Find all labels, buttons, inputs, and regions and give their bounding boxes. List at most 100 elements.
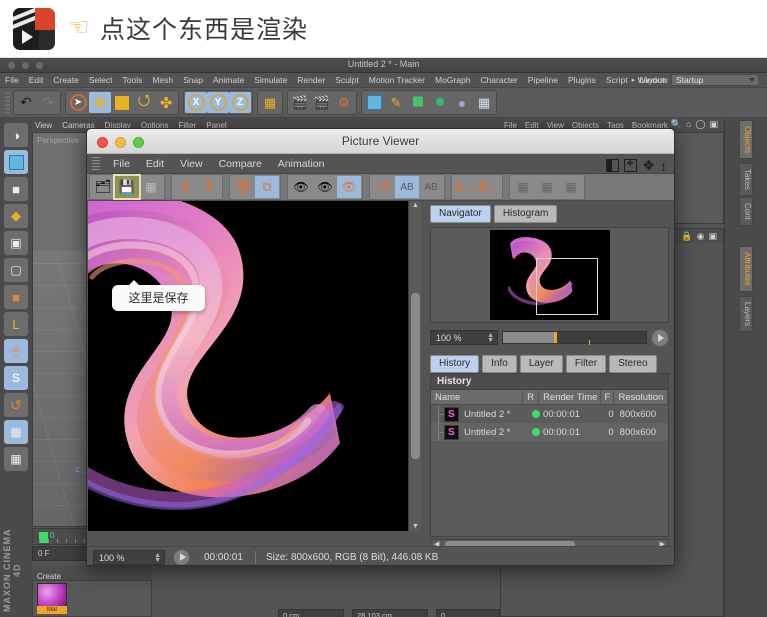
object-axis-tool[interactable]: L [3,311,29,337]
undo-view-tool[interactable]: ↺ [3,392,29,418]
delete-image-button[interactable]: 🗑 [231,176,255,198]
pv-maximize-button[interactable] [133,137,144,148]
c4d-menu-tools[interactable]: Tools [118,75,148,85]
scroll-up-arrow-icon[interactable]: ▲ [412,202,419,209]
c4d-menu-character[interactable]: Character [475,75,522,85]
status-play-button[interactable] [173,548,190,565]
add-panel-icon[interactable] [624,156,638,172]
vtab-content[interactable]: Cont [739,197,753,226]
column-header-name[interactable]: Name [431,390,524,404]
send-to-layer-button[interactable]: ⬇ [173,176,197,198]
add-environment-button[interactable]: ● [451,92,473,113]
target-icon[interactable]: ◉ [697,231,705,242]
navigator-zoom-slider[interactable] [502,331,647,345]
duplicate-image-button[interactable]: ⧉ [255,176,279,198]
c4d-menu-file[interactable]: File [0,75,24,85]
x-axis-lock-button[interactable]: X [185,92,207,113]
layout-single-button[interactable]: ▦ [511,176,535,198]
enable-snapping-tool[interactable]: 🖱 [3,338,29,364]
c4d-menu-select[interactable]: Select [84,75,118,85]
add-deformer-button[interactable]: ✸ [429,92,451,113]
c4d-menu-motion-tracker[interactable]: Motion Tracker [364,75,430,85]
c4d-menu-mesh[interactable]: Mesh [147,75,178,85]
compare-difference-button[interactable]: AB [419,176,443,198]
tab-history[interactable]: History [430,355,480,373]
texture-mode-tool[interactable]: ◆ [3,203,29,229]
tab-info[interactable]: Info [482,355,517,373]
live-selection-tool[interactable]: ➤ [67,92,89,113]
view-ab-button[interactable]: 👁 [337,176,361,198]
layout-expand-arrow-icon[interactable]: ▸ [632,76,636,84]
undo-button[interactable]: ↶ [15,92,37,113]
make-editable-tool[interactable] [3,149,29,175]
c4d-menu-sculpt[interactable]: Sculpt [330,75,364,85]
view-b-button[interactable]: 👁 [313,176,337,198]
viewport-menu-view[interactable]: View [30,121,57,130]
navigator-zoom-field[interactable]: 100 % ▲ ▼ [430,330,498,345]
stepper-icon[interactable]: ▲ ▼ [487,332,494,344]
navigator-play-button[interactable] [651,328,669,347]
workplane-tool[interactable]: S [3,365,29,391]
c4d-menu-simulate[interactable]: Simulate [249,75,292,85]
points-mode-tool[interactable]: ▣ [3,230,29,256]
attr-value-field-left[interactable]: 0 cm [278,609,344,617]
edges-mode-tool[interactable]: ▢ [3,257,29,283]
save-image-button[interactable]: 💾 [113,174,141,200]
status-zoom-field[interactable]: 100 % ▲ ▼ [93,549,165,565]
polygons-mode-tool[interactable]: ■ [3,284,29,310]
link-icon[interactable]: ◯ [695,119,705,130]
expand-icon[interactable]: ▣ [708,231,717,242]
tab-filter[interactable]: Filter [565,355,607,373]
view-a-button[interactable]: 👁 [289,176,313,198]
c4d-menu-pipeline[interactable]: Pipeline [523,75,563,85]
add-camera-button[interactable]: ▦ [473,92,495,113]
z-axis-lock-button[interactable]: Z [229,92,251,113]
attr-value-field-mid[interactable]: 28.103 cm [352,609,428,617]
planar-workplane-tool[interactable]: ▦ [3,446,29,472]
c4d-menu-animate[interactable]: Animate [208,75,249,85]
navigator-viewport-rect[interactable] [535,258,598,315]
redo-button[interactable]: ↷ [37,92,59,113]
c4d-menu-plugins[interactable]: Plugins [563,75,601,85]
pv-menu-compare[interactable]: Compare [211,158,270,170]
world-object-coordinate-button[interactable]: ▦ [259,92,281,113]
move-tool[interactable]: ✤ [89,92,111,113]
vtab-attributes[interactable]: Attributes [739,245,753,292]
lock-icon[interactable]: 🔒 [681,231,692,242]
column-header-f[interactable]: F [601,390,615,404]
render-settings-button[interactable]: ▦ [139,176,163,198]
image-vertical-scrollbar[interactable]: ▲ ▼ [408,201,421,531]
layout-dropdown[interactable]: Startup [671,74,759,86]
table-row[interactable]: S Untitled 2 * 00:00:01 0 800x600 [431,405,668,423]
render-settings-button[interactable]: ⚙ [333,92,355,113]
navigator-preview-box[interactable] [430,227,669,323]
add-spline-button[interactable]: ✎ [385,92,407,113]
compare-side-by-side-button[interactable]: AB [371,176,395,198]
lock-workplane-tool[interactable]: ▦ [3,419,29,445]
c4d-menu-create[interactable]: Create [48,75,84,85]
tab-layer[interactable]: Layer [519,355,563,373]
render-view-tool[interactable]: ◑ [3,122,29,148]
column-header-r[interactable]: R [523,390,540,404]
compare-blend-button[interactable]: AB [395,176,419,198]
c4d-menu-edit[interactable]: Edit [24,75,49,85]
rendered-image-pane[interactable]: 这里是保存 ▲ ▼ ◀ ▶ [88,201,421,531]
y-axis-lock-button[interactable]: Y [207,92,229,113]
scroll-down-arrow-icon[interactable]: ▼ [412,523,419,530]
add-cube-button[interactable] [363,92,385,113]
move-icon[interactable]: ❖ [642,157,655,174]
toolbar-grip[interactable] [5,91,10,114]
axis-modify-tool[interactable]: ✤ [155,92,177,113]
rotate-tool[interactable]: ⭯ [133,92,155,113]
open-image-button[interactable]: 🗂 [91,176,115,198]
pv-close-button[interactable] [97,137,108,148]
vtab-objects[interactable]: Objects [739,120,753,160]
pv-menu-edit[interactable]: Edit [138,158,172,170]
split-view-icon[interactable] [606,159,620,172]
pv-menu-view[interactable]: View [172,158,211,170]
menubar-grip[interactable] [92,157,100,170]
resize-icon[interactable]: ↕ [660,158,667,174]
tab-navigator[interactable]: Navigator [430,205,491,223]
table-row[interactable]: S Untitled 2 * 00:00:01 0 800x600 [431,423,668,441]
vtab-layers[interactable]: Layers [739,295,753,332]
